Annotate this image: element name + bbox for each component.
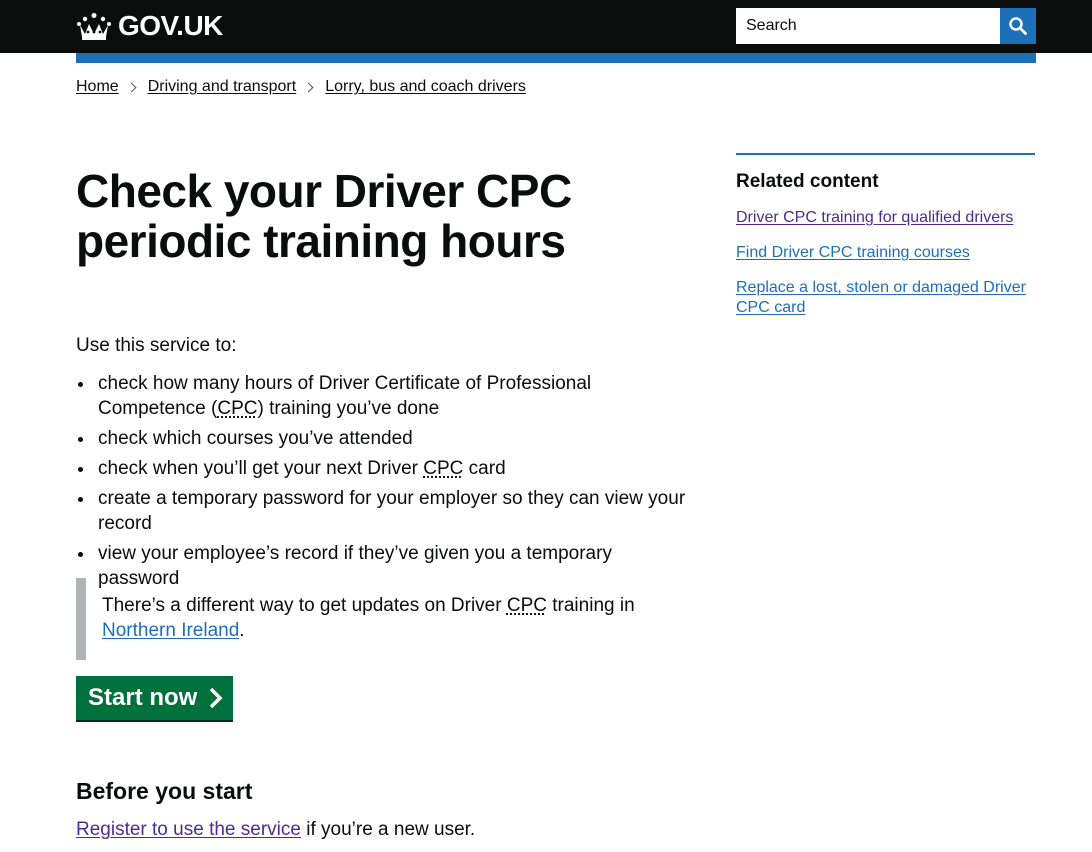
list-item-text: ) training you’ve done <box>257 398 440 419</box>
register-text-suffix: if you’re a new user. <box>300 819 476 840</box>
start-now-button[interactable]: Start now <box>76 676 233 720</box>
crown-icon <box>77 13 111 40</box>
list-item: check when you’ll get your next Driver C… <box>76 456 696 481</box>
cpc-abbreviation: CPC <box>217 398 258 419</box>
breadcrumb-home[interactable]: Home <box>76 78 119 96</box>
related-content: Related content Driver CPC training for … <box>736 153 1035 333</box>
breadcrumb-driving-and-transport[interactable]: Driving and transport <box>148 78 297 96</box>
related-links-list: Driver CPC training for qualified driver… <box>736 208 1035 318</box>
site-header: GOV.UK <box>0 0 1092 53</box>
arrow-right-icon <box>210 688 223 708</box>
before-you-start-heading: Before you start <box>76 778 253 804</box>
northern-ireland-link[interactable]: Northern Ireland <box>102 620 239 641</box>
list-item-text: check which courses you’ve attended <box>98 428 413 449</box>
search-icon <box>1009 17 1027 35</box>
chevron-right-icon <box>303 82 314 92</box>
related-link-replace-card[interactable]: Replace a lost, stolen or damaged Driver… <box>736 279 1026 316</box>
cpc-abbreviation: CPC <box>423 458 464 479</box>
register-text: Register to use the service if you’re a … <box>76 817 475 842</box>
cpc-abbreviation: CPC <box>506 595 547 616</box>
page-title: Check your Driver CPC periodic training … <box>76 165 572 267</box>
govuk-logo-link[interactable]: GOV.UK <box>76 10 223 42</box>
list-item-text: create a temporary password for your emp… <box>98 488 686 534</box>
related-link-cpc-training[interactable]: Driver CPC training for qualified driver… <box>736 209 1013 226</box>
list-item-text: check when you’ll get your next Driver <box>98 458 424 479</box>
inset-text-part: . <box>239 620 245 641</box>
logo-text: GOV.UK <box>118 10 223 41</box>
chevron-right-icon <box>126 82 137 92</box>
register-link[interactable]: Register to use the service <box>76 819 301 840</box>
list-item: Driver CPC training for qualified driver… <box>736 208 1035 228</box>
start-now-label: Start now <box>88 684 198 711</box>
list-item: check how many hours of Driver Certifica… <box>76 371 696 421</box>
inset-text-part: There’s a different way to get updates o… <box>102 595 507 616</box>
list-item: Find Driver CPC training courses <box>736 243 1035 263</box>
intro-text: Use this service to: <box>76 335 237 356</box>
related-link-find-courses[interactable]: Find Driver CPC training courses <box>736 244 970 261</box>
search-button[interactable] <box>1000 8 1036 44</box>
list-item: create a temporary password for your emp… <box>76 486 696 536</box>
inset-text: There’s a different way to get updates o… <box>76 578 676 660</box>
breadcrumb-lorry-bus-coach-drivers[interactable]: Lorry, bus and coach drivers <box>325 78 526 96</box>
list-item: Replace a lost, stolen or damaged Driver… <box>736 278 1035 318</box>
header-accent-bar <box>76 53 1036 63</box>
list-item-text: card <box>463 458 506 479</box>
related-content-heading: Related content <box>736 171 879 192</box>
service-uses-list: check how many hours of Driver Certifica… <box>76 371 696 596</box>
list-item: check which courses you’ve attended <box>76 426 696 451</box>
breadcrumb: Home Driving and transport Lorry, bus an… <box>76 78 526 96</box>
inset-text-part: training in <box>546 595 635 616</box>
search-input[interactable] <box>736 8 1000 44</box>
